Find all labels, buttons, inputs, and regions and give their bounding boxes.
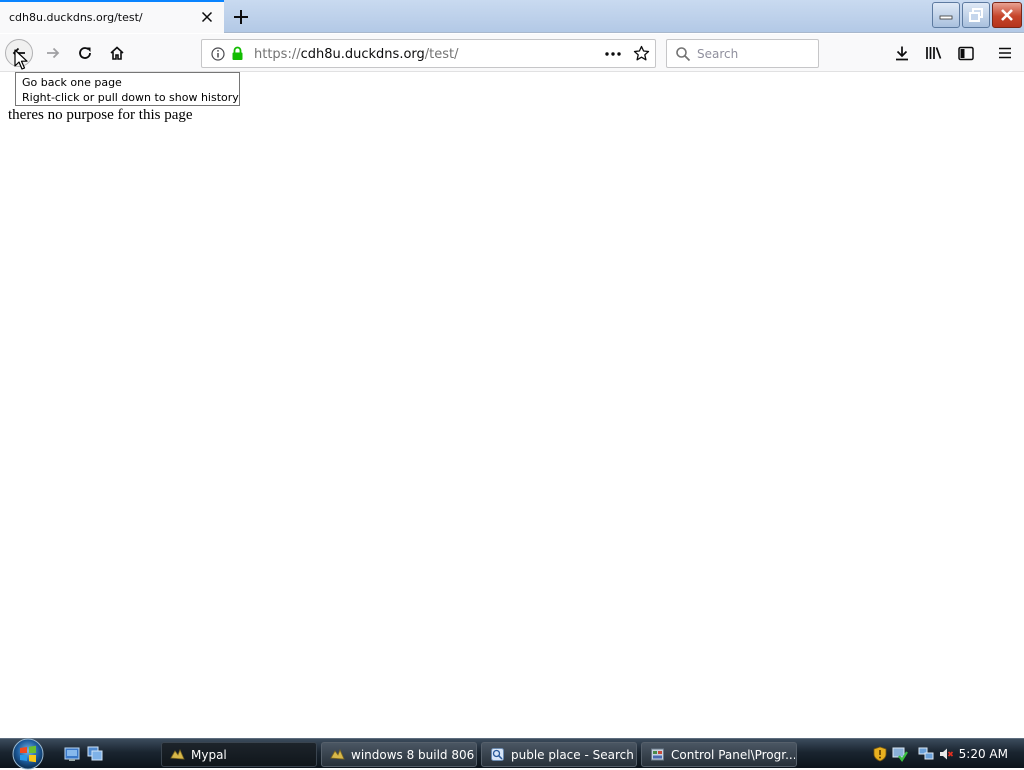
url-path: /test/ <box>424 47 459 62</box>
back-button-tooltip: Go back one page Right-click or pull dow… <box>15 72 240 106</box>
search-icon <box>676 47 691 62</box>
restore-button[interactable] <box>962 2 990 28</box>
library-icon <box>926 47 942 59</box>
mouse-cursor-icon <box>14 49 28 70</box>
switch-windows-icon[interactable] <box>87 746 103 762</box>
page-body-text: theres no purpose for this page <box>8 107 193 123</box>
bookmark-star-icon[interactable] <box>633 45 650 62</box>
close-icon <box>1001 9 1013 21</box>
taskbar-button-explorer[interactable]: windows 8 build 806... <box>321 742 477 767</box>
volume-muted-icon[interactable] <box>938 746 954 762</box>
tab-strip: cdh8u.duckdns.org/test/ <box>0 0 1024 33</box>
close-window-button[interactable] <box>992 2 1022 28</box>
mypal-icon <box>170 748 185 760</box>
download-icon <box>896 46 908 61</box>
search-bar[interactable] <box>666 39 819 68</box>
close-tab-icon[interactable] <box>200 10 214 24</box>
taskbar-label: Control Panel\Progr... <box>671 747 795 762</box>
browser-tab[interactable]: cdh8u.duckdns.org/test/ <box>0 0 224 33</box>
tab-title: cdh8u.duckdns.org/test/ <box>9 11 143 24</box>
url-host: cdh8u.duckdns.org <box>300 47 425 62</box>
library-button[interactable] <box>920 39 948 67</box>
navigation-toolbar: https://cdh8u.duckdns.org/test/ <box>0 34 1024 72</box>
taskbar-button-mypal[interactable]: Mypal <box>161 742 317 767</box>
url-text[interactable]: https://cdh8u.duckdns.org/test/ <box>254 47 459 62</box>
hamburger-menu-icon <box>999 47 1011 59</box>
home-button[interactable] <box>103 39 131 67</box>
tooltip-line-1: Go back one page <box>22 76 122 89</box>
start-button[interactable] <box>8 736 48 770</box>
downloads-button[interactable] <box>888 39 916 67</box>
new-tab-icon[interactable] <box>230 6 252 28</box>
sidebar-icon <box>958 46 974 60</box>
restore-icon <box>969 8 983 22</box>
forward-button[interactable] <box>39 39 67 67</box>
url-prefix: https:// <box>254 47 301 62</box>
forward-arrow-icon <box>47 47 60 59</box>
system-tray: 5:20 AM <box>868 740 1024 768</box>
page-actions-icon[interactable] <box>604 47 622 61</box>
minimize-button[interactable] <box>932 2 960 28</box>
search-input[interactable] <box>697 45 812 63</box>
taskbar-label: Mypal <box>191 747 227 762</box>
taskbar-button-control-panel[interactable]: Control Panel\Progr... <box>641 742 797 767</box>
home-icon <box>110 46 124 60</box>
updates-icon[interactable] <box>892 746 908 762</box>
security-shield-icon[interactable] <box>872 746 888 762</box>
network-icon[interactable] <box>918 746 934 762</box>
show-desktop-icon[interactable] <box>64 746 80 762</box>
taskbar-button-search[interactable]: puble place - Search... <box>481 742 637 767</box>
info-icon[interactable] <box>211 47 225 61</box>
search-results-icon <box>491 748 504 761</box>
menu-button[interactable] <box>991 39 1019 67</box>
minimize-icon <box>939 15 953 20</box>
reload-button[interactable] <box>71 39 99 67</box>
url-bar[interactable]: https://cdh8u.duckdns.org/test/ <box>201 39 656 68</box>
window-controls <box>932 2 1022 28</box>
control-panel-icon <box>651 748 664 761</box>
taskbar: Mypal windows 8 build 806... puble place… <box>0 738 1024 768</box>
tooltip-line-2: Right-click or pull down to show history <box>22 91 239 104</box>
sidebar-button[interactable] <box>952 39 980 67</box>
taskbar-label: windows 8 build 806... <box>351 747 475 762</box>
folder-icon <box>330 748 345 760</box>
clock[interactable]: 5:20 AM <box>959 747 1008 761</box>
reload-icon <box>79 47 91 59</box>
taskbar-label: puble place - Search... <box>511 747 635 762</box>
lock-icon[interactable] <box>231 46 244 61</box>
